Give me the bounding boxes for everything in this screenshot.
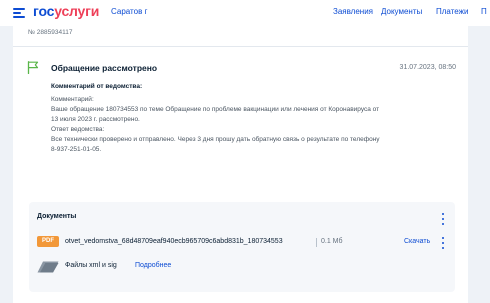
comment-line: 8-937-251-01-05. <box>51 146 102 153</box>
signature-file-icon <box>37 261 59 273</box>
agency-comment: Комментарий от ведомства: Комментарий: В… <box>51 82 456 155</box>
gosuslugi-logo[interactable]: госуслуги <box>33 3 99 19</box>
nav-more[interactable]: П <box>481 7 487 16</box>
comment-heading: Комментарий от ведомства: <box>51 83 143 90</box>
hamburger-menu-icon[interactable] <box>13 8 25 18</box>
file-name[interactable]: otvet_vedomstva_68d48709eaf940ecb965709c… <box>65 238 283 245</box>
status-date: 31.07.2023, 08:50 <box>399 64 456 71</box>
request-card: № 2885934117 Обращение рассмотрено 31.07… <box>13 26 468 303</box>
divider <box>316 238 317 247</box>
comment-line: 13 июля 2023 г. рассмотрено. <box>51 116 140 123</box>
flag-icon <box>27 61 39 74</box>
pdf-file-icon: PDF <box>37 236 59 247</box>
documents-title: Документы <box>37 213 77 220</box>
nav-payments[interactable]: Платежи <box>436 7 468 16</box>
top-header: госуслуги Саратов г Заявления Документы … <box>0 0 490 26</box>
comment-line: Комментарий: <box>51 96 94 103</box>
request-number: № 2885934117 <box>28 29 73 36</box>
xml-sig-files-label: Файлы xml и sig <box>65 262 117 269</box>
comment-line: Ваше обращение 180734553 по теме Обращен… <box>51 106 380 113</box>
nav-applications[interactable]: Заявления <box>333 7 373 16</box>
status-title: Обращение рассмотрено <box>51 63 158 73</box>
file-size: 0.1 Мб <box>321 238 343 245</box>
documents-kebab-menu-icon[interactable] <box>441 213 445 225</box>
logo-part-1: гос <box>33 3 55 19</box>
documents-section: Документы PDF otvet_vedomstva_68d48709ea… <box>29 202 455 292</box>
download-button[interactable]: Скачать <box>404 238 430 245</box>
logo-part-2: услуги <box>54 3 100 19</box>
city-selector[interactable]: Саратов г <box>111 7 147 16</box>
comment-line: Все технически проверено и отправлено. Ч… <box>51 136 380 143</box>
details-link[interactable]: Подробнее <box>135 262 171 269</box>
divider <box>13 46 468 47</box>
file-kebab-menu-icon[interactable] <box>441 237 445 249</box>
nav-documents[interactable]: Документы <box>381 7 422 16</box>
comment-line: Ответ ведомства: <box>51 126 105 133</box>
